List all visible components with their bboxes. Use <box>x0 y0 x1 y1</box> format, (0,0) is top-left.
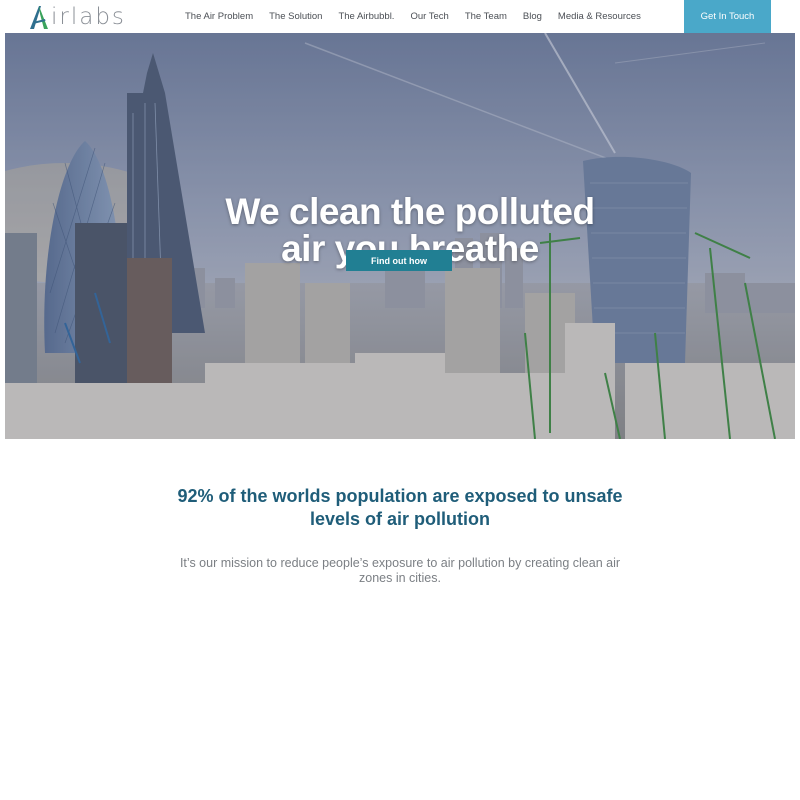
nav-item-solution[interactable]: The Solution <box>269 11 322 22</box>
find-out-how-button[interactable]: Find out how <box>346 250 452 271</box>
stat-headline: 92% of the worlds population are exposed… <box>177 486 623 529</box>
logo-wordmark: irlabs <box>51 4 126 30</box>
get-in-touch-button[interactable]: Get In Touch <box>684 0 771 33</box>
nav-item-airbubbl[interactable]: The Airbubbl. <box>338 11 394 22</box>
nav-item-team[interactable]: The Team <box>465 11 507 22</box>
site-header: irlabs The Air Problem The Solution The … <box>0 0 800 33</box>
airlabs-logo[interactable]: irlabs <box>28 2 126 30</box>
nav-item-air-problem[interactable]: The Air Problem <box>185 11 253 22</box>
nav-item-our-tech[interactable]: Our Tech <box>410 11 448 22</box>
hero-banner: We clean the polluted air you breathe Fi… <box>5 33 795 439</box>
main-nav: The Air Problem The Solution The Airbubb… <box>185 0 657 33</box>
logo-a-icon <box>30 6 48 29</box>
mission-statement: It’s our mission to reduce people’s expo… <box>179 556 621 585</box>
nav-item-blog[interactable]: Blog <box>523 11 542 22</box>
nav-item-media-resources[interactable]: Media & Resources <box>558 11 641 22</box>
